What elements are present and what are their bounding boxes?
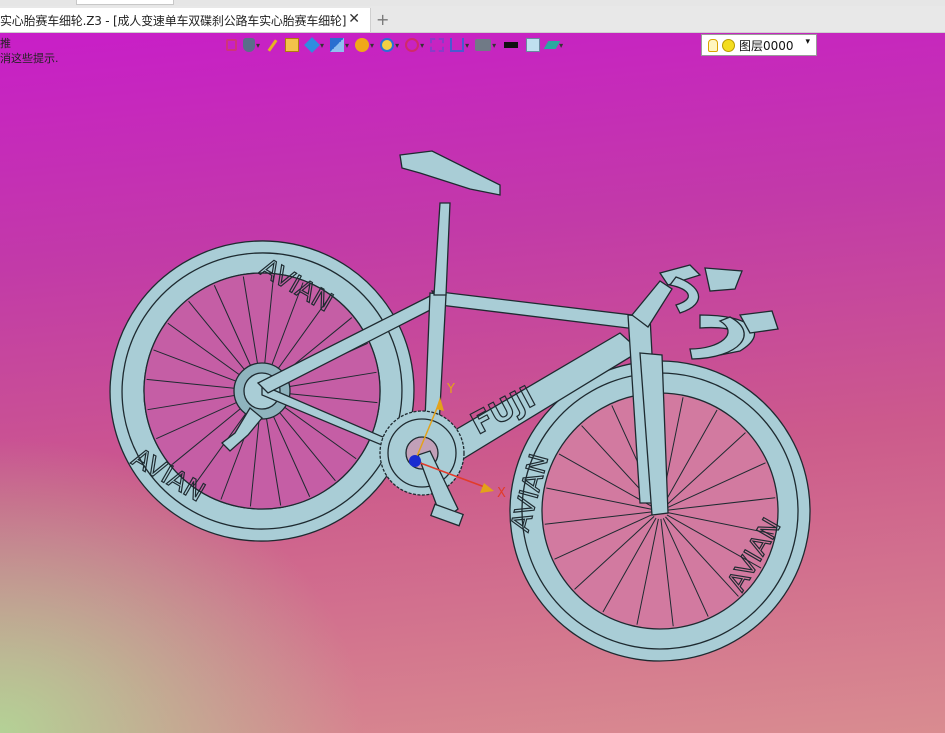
pen-button[interactable] [264,35,281,55]
pen-icon [267,38,278,52]
document-tab[interactable]: 实心胎赛车细轮.Z3 - [成人变速单车双碟刹公路车实心胎赛车细轮] ✕ [0,8,371,32]
chevron-down-icon: ▾ [805,37,810,47]
box-button[interactable] [283,35,301,55]
fit-icon [430,38,445,52]
zoom-button[interactable]: ▾ [378,35,401,55]
x-axis-label: X [497,486,506,501]
view-cube-button[interactable]: ▾ [328,35,351,55]
layer-selector[interactable]: 图层0000 ▾ [701,34,817,56]
view-cube-icon [330,38,345,52]
display-icon [475,39,492,51]
document-tab-title: 实心胎赛车细轮.Z3 - [成人变速单车双碟刹公路车实心胎赛车细轮] [0,13,347,28]
box-icon [285,38,300,52]
rotate-icon [405,38,420,52]
layer-label: 图层0000 [739,38,794,53]
frame-button[interactable] [224,35,239,55]
bulb-icon [708,38,718,52]
layer-color-icon [722,38,735,52]
sphere-icon [355,38,370,52]
app-window: 实心胎赛车细轮.Z3 - [成人变速单车双碟刹公路车实心胎赛车细轮] ✕ + 推… [0,0,945,733]
tab-bar: 实心胎赛车细轮.Z3 - [成人变速单车双碟刹公路车实心胎赛车细轮] ✕ + [0,6,945,33]
rotate-button[interactable]: ▾ [403,35,426,55]
crankset [379,410,465,527]
hand-icon [243,38,255,52]
color-black-button[interactable] [500,35,522,55]
frame-icon [226,39,237,51]
color-black-icon [504,42,519,48]
display-button[interactable]: ▾ [473,35,498,55]
cube-button[interactable]: ▾ [303,35,326,55]
y-axis-label: Y [446,382,455,397]
render-button[interactable]: ▾ [543,35,565,55]
render-icon [543,41,561,49]
sphere-button[interactable]: ▾ [353,35,376,55]
close-tab-icon[interactable]: ✕ [348,11,360,27]
color-light-icon [526,38,541,52]
color-light-button[interactable] [524,35,542,55]
crop-icon [450,38,465,52]
top-strip-field[interactable] [76,0,174,5]
view-toolbar: ▾ ▾ ▾ ▾ ▾ ▾ ▾ ▾ ▾ [224,34,565,56]
crop-button[interactable]: ▾ [448,35,471,55]
fit-button[interactable] [428,35,446,55]
zoom-icon [380,38,395,52]
hand-button[interactable]: ▾ [241,35,262,55]
cube-icon [304,37,320,53]
bike-model[interactable]: AVIAN AVIAN AVIAN AVIAN FUJI Y X [0,33,945,733]
new-tab-button[interactable]: + [376,10,389,29]
